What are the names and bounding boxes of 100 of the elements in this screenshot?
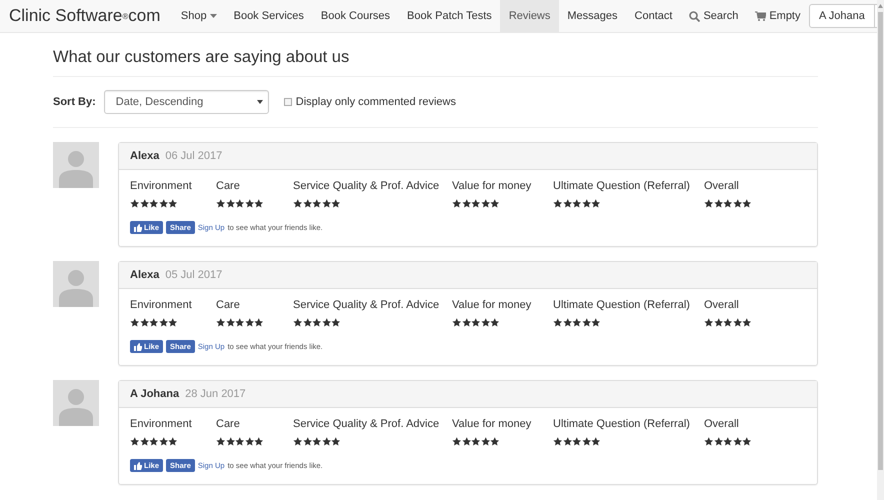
review-date: 05 Jul 2017 [165,269,222,281]
star-icon [216,199,226,208]
rating-label: Ultimate Question (Referral) [553,180,691,192]
star-icon [480,437,490,446]
nav-link[interactable]: Contact [626,0,681,32]
star-icon [714,318,723,327]
star-icon [302,318,312,327]
rating-label: Service Quality & Prof. Advice [293,180,440,192]
filter-checkbox[interactable] [284,98,292,106]
star-icon [302,437,312,446]
star-icon [452,318,462,327]
star-icon [235,318,244,327]
star-icon [582,199,591,208]
star-icon [452,437,462,446]
star-icon [244,437,254,446]
rating-label: Overall [704,418,740,430]
star-icon [732,437,742,446]
star-icon [714,199,723,208]
sort-label: Sort By: [53,96,96,108]
star-icon [452,199,462,208]
caret-icon [256,100,263,104]
star-icon [254,318,264,327]
star-icon [462,199,471,208]
star-icon [331,437,340,446]
rating-label: Value for money [452,180,532,192]
star-icon [216,437,226,446]
star-icon [235,199,244,208]
sort-dropdown[interactable]: Date, Descending [104,90,269,114]
star-icon [331,199,340,208]
star-icon [582,318,591,327]
nav-link[interactable]: Search [680,0,747,32]
rating-label: Care [216,418,241,430]
star-icon [254,199,264,208]
star-icon [168,199,178,208]
nav-link[interactable]: Messages [558,0,626,32]
nav-link[interactable]: Empty [746,0,809,32]
star-icon [462,318,471,327]
star-icon [723,199,732,208]
star-icon [226,199,235,208]
star-icon [130,318,140,327]
rating-label: Environment [130,418,193,430]
star-icon [742,318,752,327]
star-icon [158,318,168,327]
cart-icon [755,11,766,21]
star-icon [302,199,312,208]
star-icon [158,437,168,446]
person-silhouette-icon [59,386,93,426]
star-icon [149,437,158,446]
star-icon [462,437,471,446]
star-icon [572,318,582,327]
star-icon [714,437,723,446]
star-icon [572,437,582,446]
rating-label: Value for money [452,299,532,311]
star-icon [130,437,140,446]
nav-link[interactable]: Reviews [500,0,559,32]
star-icon [480,199,490,208]
star-icon [742,437,752,446]
star-icon [216,318,226,327]
star-icon [553,199,562,208]
star-icon [244,318,254,327]
nav-link[interactable]: Book Services [225,0,312,32]
site-logo[interactable]: Clinic Software$^{®}$com [9,0,160,32]
star-icon [562,437,572,446]
star-icon [158,199,168,208]
nav-link[interactable]: Shop [172,0,226,32]
reviewer-name: A Johana [130,388,180,400]
star-icon [723,318,732,327]
star-icon [312,318,322,327]
star-icon [732,318,742,327]
star-icon [471,437,480,446]
thumbs-up-icon [134,462,142,470]
rating-label: Overall [704,180,740,192]
star-icon [572,199,582,208]
rating-label: Overall [704,299,740,311]
filter-label: Display only commented reviews [296,96,456,108]
star-icon [591,437,600,446]
rating-label: Service Quality & Prof. Advice [293,299,440,311]
rating-label: Ultimate Question (Referral) [553,418,691,430]
star-icon [742,199,752,208]
star-icon [140,437,149,446]
nav-link[interactable]: Book Courses [312,0,399,32]
star-icon [149,318,158,327]
star-icon [322,437,331,446]
star-icon [293,199,302,208]
star-icon [480,318,490,327]
rating-label: Service Quality & Prof. Advice [293,418,440,430]
star-icon [331,318,340,327]
star-icon [293,318,302,327]
review-date: 06 Jul 2017 [165,150,222,162]
thumbs-up-icon [134,224,142,232]
rating-label: Environment [130,180,193,192]
reviewer-name: Alexa [130,150,160,162]
star-icon [168,318,178,327]
rating-label: Ultimate Question (Referral) [553,299,691,311]
nav-link[interactable]: Book Patch Tests [398,0,500,32]
star-icon [149,199,158,208]
page-heading: What our customers are saying about us [53,48,818,77]
reviewer-name: Alexa [130,269,160,281]
star-icon [471,318,480,327]
person-silhouette-icon [59,267,93,307]
